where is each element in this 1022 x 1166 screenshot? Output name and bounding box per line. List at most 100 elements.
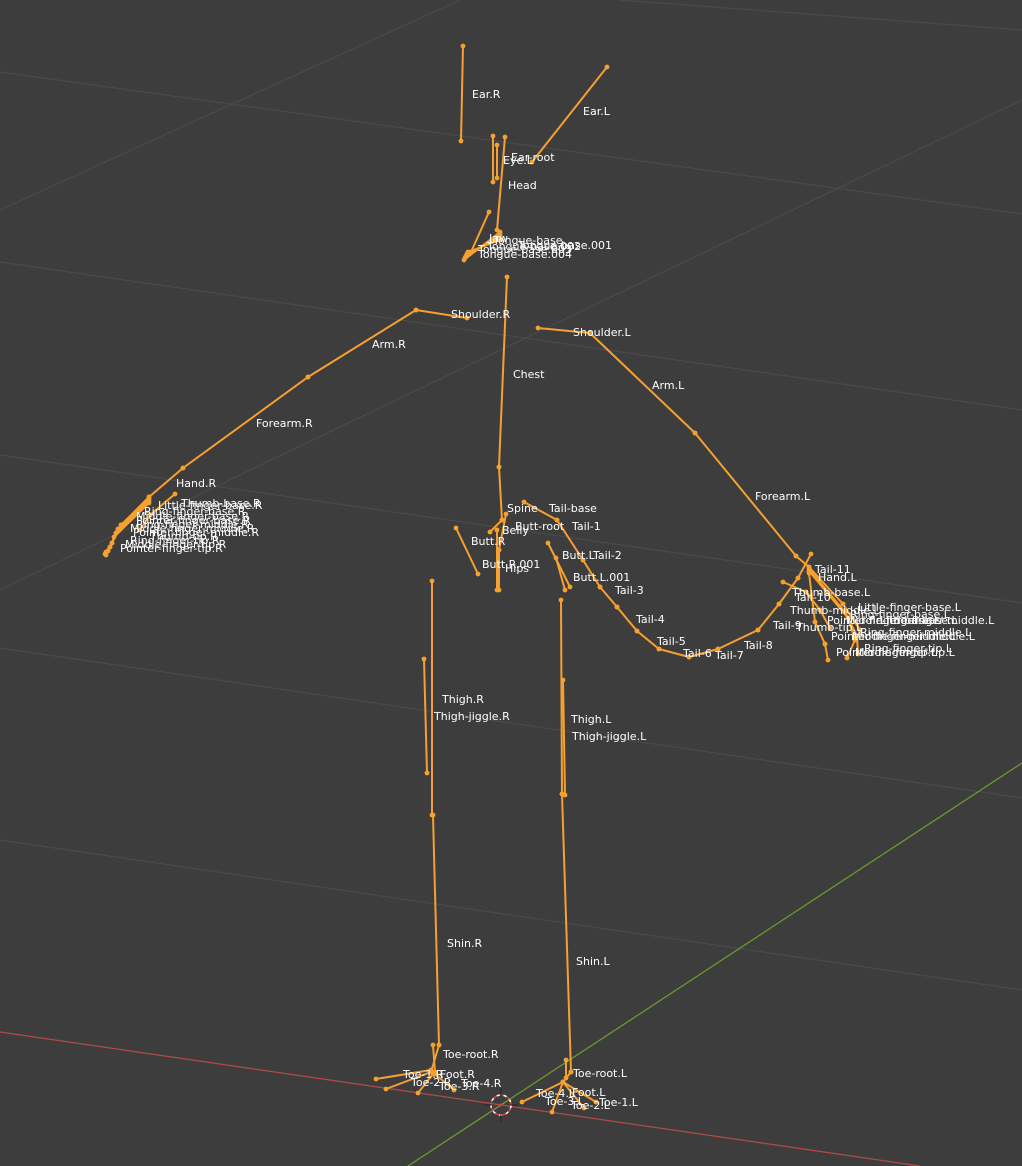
bone-label-tail-base: Tail-base xyxy=(548,502,597,515)
bone-chest[interactable] xyxy=(498,276,508,468)
bone-label-toe-root-r: Toe-root.R xyxy=(442,1048,499,1061)
bone-head-joint[interactable] xyxy=(113,530,119,536)
bone-thigh-l[interactable] xyxy=(560,599,563,795)
bone-label-arm-r: Arm.R xyxy=(372,338,406,351)
bone-label-butt-r: Butt.R xyxy=(471,535,506,548)
bone-label-thigh-jiggle-r: Thigh-jiggle.R xyxy=(433,710,510,723)
bone-head-joint[interactable] xyxy=(634,628,640,634)
bone-label-ear-r: Ear.R xyxy=(472,88,501,101)
bone-head-joint[interactable] xyxy=(496,547,502,553)
bone-tail-joint[interactable] xyxy=(415,1090,421,1096)
bone-ear-r[interactable] xyxy=(460,45,464,142)
bone-head-joint[interactable] xyxy=(460,43,466,49)
bone-head-joint[interactable] xyxy=(494,142,500,148)
bone-tail-5[interactable] xyxy=(636,630,660,650)
bone-head-joint[interactable] xyxy=(755,627,761,633)
bone-label-thigh-l: Thigh.L xyxy=(570,713,612,726)
bone-pointer-finger-tip-l[interactable] xyxy=(824,643,829,661)
armature-scene[interactable]: Ear.REar.LEar-rootEye.LHeadJawTongue-bas… xyxy=(0,0,1022,1166)
bone-head-joint[interactable] xyxy=(499,517,505,523)
bone-head-joint[interactable] xyxy=(559,791,565,797)
bone-head-joint[interactable] xyxy=(535,325,541,331)
bone-label-hips: Hips xyxy=(505,562,529,575)
bone-head-joint[interactable] xyxy=(614,604,620,610)
bone-head-joint[interactable] xyxy=(430,812,436,818)
bone-thigh-jiggle-l[interactable] xyxy=(562,679,566,796)
bone-head-joint[interactable] xyxy=(560,1079,566,1085)
bone-tail-joint[interactable] xyxy=(563,1075,569,1081)
bone-head-joint[interactable] xyxy=(413,307,419,313)
bone-tail-joint[interactable] xyxy=(465,249,471,255)
bone-head-joint[interactable] xyxy=(486,209,492,215)
bone-head-joint[interactable] xyxy=(502,134,508,140)
bone-label-tail-3: Tail-3 xyxy=(614,584,644,597)
bone-head-joint[interactable] xyxy=(430,1042,436,1048)
bone-head-joint[interactable] xyxy=(604,64,610,70)
bone-tail-joint[interactable] xyxy=(549,1109,555,1115)
bone-labels: Ear.REar.LEar-rootEye.LHeadJawTongue-bas… xyxy=(120,88,995,1112)
bone-head-joint[interactable] xyxy=(776,601,782,607)
bone-head-joint[interactable] xyxy=(545,540,551,546)
bone-head-joint[interactable] xyxy=(453,525,459,531)
bone-head-joint[interactable] xyxy=(494,527,500,533)
bone-label-chest: Chest xyxy=(513,368,545,381)
bone-head-joint[interactable] xyxy=(795,575,801,581)
bone-label-toe-4-l: Toe-4.L xyxy=(535,1087,576,1100)
bone-tail-joint[interactable] xyxy=(562,587,568,593)
bone-tail-joint[interactable] xyxy=(496,587,502,593)
bone-head-joint[interactable] xyxy=(780,579,786,585)
bone-tail-joint[interactable] xyxy=(519,1099,525,1105)
bone-head-joint[interactable] xyxy=(172,491,178,497)
bone-tail-joint[interactable] xyxy=(373,1076,379,1082)
bone-head-joint[interactable] xyxy=(560,677,566,683)
bone-head-joint[interactable] xyxy=(793,553,799,559)
bone-label-toe-root-l: Toe-root.L xyxy=(572,1067,628,1080)
3d-cursor-icon[interactable] xyxy=(484,1088,518,1122)
bone-head-joint[interactable] xyxy=(118,522,124,528)
bone-label-forearm-l: Forearm.L xyxy=(755,490,811,503)
bone-head-joint[interactable] xyxy=(305,374,311,380)
bone-label-tail-6: Tail-6 xyxy=(682,647,712,660)
bone-label-eye-l: Eye.L xyxy=(503,154,534,167)
bone-tail-joint[interactable] xyxy=(383,1086,389,1092)
bone-tail-joint[interactable] xyxy=(490,179,496,185)
bones-layer[interactable] xyxy=(104,45,861,1113)
bone-tail-joint[interactable] xyxy=(494,175,500,181)
bone-head-joint[interactable] xyxy=(563,1057,569,1063)
bone-spine[interactable] xyxy=(498,466,503,521)
bone-tail-joint[interactable] xyxy=(487,529,493,535)
bone-head-joint[interactable] xyxy=(558,597,564,603)
bone-head-joint[interactable] xyxy=(490,133,496,139)
bone-label-tail-8: Tail-8 xyxy=(743,639,773,652)
bone-tail-joint[interactable] xyxy=(808,551,814,557)
bone-head-joint[interactable] xyxy=(429,578,435,584)
bone-tail-4[interactable] xyxy=(616,606,638,632)
bone-head-joint[interactable] xyxy=(692,430,698,436)
bone-label-head: Head xyxy=(508,179,537,192)
bone-tail-joint[interactable] xyxy=(458,138,464,144)
bone-tail-joint[interactable] xyxy=(103,552,109,558)
bone-label-pointer-finger-tip-r: Pointer-finger-tip.R xyxy=(120,542,223,555)
bone-head-joint[interactable] xyxy=(597,584,603,590)
bone-tail-joint[interactable] xyxy=(424,770,430,776)
bone-thigh-jiggle-r[interactable] xyxy=(423,658,428,774)
bone-tail-joint[interactable] xyxy=(567,584,573,590)
3d-viewport[interactable]: Ear.R Ear.L Ear-root Eye.L Head Jaw Tongue-bas… xyxy=(0,0,1022,1166)
bone-head-joint[interactable] xyxy=(436,1042,442,1048)
bone-shin-r[interactable] xyxy=(432,814,440,1046)
bone-tail-joint[interactable] xyxy=(475,571,481,577)
bone-head-joint[interactable] xyxy=(806,570,812,576)
bone-head-joint[interactable] xyxy=(496,464,502,470)
joints-layer[interactable] xyxy=(102,43,863,1115)
bone-label-ear-l: Ear.L xyxy=(583,105,611,118)
bone-shin-l[interactable] xyxy=(561,793,572,1073)
bone-tail-joint[interactable] xyxy=(825,657,831,663)
floor-grid xyxy=(0,0,1022,991)
bone-head-joint[interactable] xyxy=(822,641,828,647)
bone-head-joint[interactable] xyxy=(553,555,559,561)
bone-head-joint[interactable] xyxy=(504,274,510,280)
bone-head[interactable] xyxy=(496,136,506,231)
bone-head-joint[interactable] xyxy=(421,656,427,662)
bone-head-joint[interactable] xyxy=(180,465,186,471)
bone-label-tail-4: Tail-4 xyxy=(635,613,665,626)
